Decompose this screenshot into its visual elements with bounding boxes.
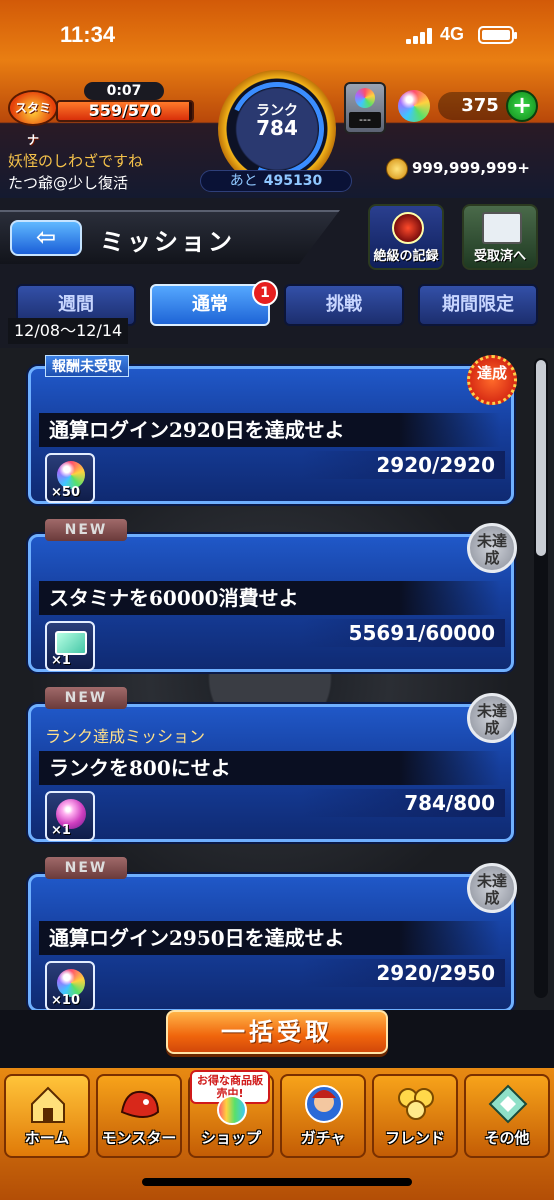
add-orb-button[interactable]: +: [506, 90, 538, 122]
new-tag: NEW: [45, 857, 127, 879]
battery-icon: [478, 26, 517, 44]
nav-shop[interactable]: お得な商品販売中! ショップ: [188, 1070, 274, 1158]
status-time: 11:34: [60, 22, 116, 47]
orb-counter: 375 +: [398, 88, 546, 124]
mission-tabs: 週間 通常 1 挑戦 期間限定 12/08〜12/14: [0, 278, 554, 348]
back-button[interactable]: ⇦: [10, 220, 82, 256]
new-tag: NEW: [45, 687, 127, 709]
achieved-stamp: 達成: [467, 355, 517, 405]
mission-title: 通算ログイン2920日を達成せよ: [39, 413, 501, 447]
slot-gem-icon: [355, 88, 375, 108]
extreme-record-button[interactable]: 絶級の記録: [368, 204, 444, 270]
tab-limited[interactable]: 期間限定: [418, 284, 538, 326]
item-slot[interactable]: ---: [344, 82, 386, 134]
signal-icon: [406, 28, 434, 44]
nav-friend-label: フレンド: [384, 1129, 445, 1147]
mission-card[interactable]: NEW ランク達成ミッション ランクを800にせよ 784/800 ×1 未達成: [28, 687, 517, 842]
home-indicator: [142, 1178, 412, 1186]
mission-progress: 2920/2920: [376, 453, 495, 477]
rainbow-orb-icon: [217, 1095, 247, 1125]
mission-scrollbar[interactable]: [534, 358, 548, 998]
gold-coin-icon: [386, 158, 408, 180]
new-tag: NEW: [45, 519, 127, 541]
page-title: ミッション: [100, 228, 235, 256]
tab-challenge[interactable]: 挑戦: [284, 284, 404, 326]
monster-icon: [120, 1090, 160, 1118]
nav-friend[interactable]: フレンド: [372, 1074, 458, 1158]
nav-home[interactable]: ホーム: [4, 1074, 90, 1158]
mission-list[interactable]: 報酬未受取 通算ログイン2920日を達成せよ 2920/2920 ×50 達成 …: [0, 348, 554, 1010]
nav-other-label: その他: [484, 1129, 530, 1147]
reward-item[interactable]: ×50: [45, 453, 95, 503]
received-list-button[interactable]: 受取済へ: [462, 204, 538, 270]
nav-home-label: ホーム: [24, 1129, 70, 1147]
diamond-icon: [488, 1084, 528, 1124]
book-icon: [482, 212, 522, 244]
player-header: スタミナ 0:07 559/570 ランク 784 あと 495130 --- 3…: [0, 60, 554, 198]
nav-monster[interactable]: モンスター: [96, 1074, 182, 1158]
balloon-icon: [398, 1088, 434, 1120]
stamina-bar: 559/570: [56, 100, 194, 122]
rank-next-label: あと: [229, 173, 258, 189]
status-bar: 11:34 4G: [0, 0, 554, 60]
not-achieved-stamp: 未達成: [467, 863, 517, 913]
user-name: たつ爺@少し復活: [8, 174, 129, 192]
gold-value: 999,999,999+: [412, 159, 530, 177]
mission-card[interactable]: NEW スタミナを60000消費せよ 55691/60000 ×1 未達成: [28, 519, 517, 672]
unclaimed-tag: 報酬未受取: [45, 355, 129, 377]
title-bar: ⇦ ミッション 絶級の記録 受取済へ: [0, 198, 554, 278]
nav-monster-label: モンスター: [101, 1129, 177, 1147]
nav-other[interactable]: その他: [464, 1074, 550, 1158]
mission-progress: 784/800: [404, 791, 495, 815]
claim-all-button[interactable]: 一括受取: [166, 1010, 388, 1054]
mission-card[interactable]: NEW 通算ログイン2950日を達成せよ 2920/2950 ×10 未達成: [28, 857, 517, 1010]
home-icon: [31, 1086, 65, 1123]
mission-title: ランクを800にせよ: [39, 751, 501, 785]
nav-gacha[interactable]: ガチャ: [280, 1074, 366, 1158]
mission-category: ランク達成ミッション: [45, 727, 206, 746]
item-slot-value: ---: [349, 112, 381, 128]
mission-progress: 2920/2950: [376, 961, 495, 985]
stamina-box[interactable]: 0:07 559/570: [56, 82, 194, 122]
not-achieved-stamp: 未達成: [467, 693, 517, 743]
reward-item[interactable]: ×1: [45, 791, 95, 841]
reward-quantity: ×1: [51, 823, 71, 838]
mission-title: スタミナを60000消費せよ: [39, 581, 501, 615]
claim-area: 一括受取: [0, 1010, 554, 1070]
mission-title: 通算ログイン2950日を達成せよ: [39, 921, 501, 955]
week-range: 12/08〜12/14: [8, 318, 129, 344]
mission-progress: 55691/60000: [348, 621, 495, 645]
network-type: 4G: [440, 24, 465, 44]
nav-shop-label: ショップ: [200, 1129, 261, 1147]
nav-gacha-label: ガチャ: [300, 1129, 346, 1147]
reward-quantity: ×10: [51, 993, 80, 1008]
scroll-thumb[interactable]: [536, 360, 546, 556]
rank-next-exp: あと 495130: [200, 170, 352, 192]
rank-value: 784: [256, 116, 298, 140]
mission-card[interactable]: 報酬未受取 通算ログイン2920日を達成せよ 2920/2920 ×50 達成: [28, 355, 517, 504]
stamina-value: 559/570: [88, 101, 162, 120]
ticket-icon: [55, 631, 87, 655]
reward-item[interactable]: ×10: [45, 961, 95, 1010]
not-achieved-stamp: 未達成: [467, 523, 517, 573]
reward-quantity: ×50: [51, 485, 80, 500]
gacha-character-icon: [305, 1085, 343, 1123]
extreme-record-label: 絶級の記録: [373, 249, 439, 264]
tab-normal-badge: 1: [252, 280, 278, 306]
reward-item[interactable]: ×1: [45, 621, 95, 671]
stamina-timer: 0:07: [84, 82, 164, 100]
orb-icon: [398, 90, 430, 122]
reward-quantity: ×1: [51, 653, 71, 668]
vortex-icon: [392, 212, 424, 244]
rank-next-value: 495130: [263, 173, 323, 189]
user-status-message: 妖怪のしわざですね: [8, 152, 144, 170]
stamina-icon: スタミナ: [8, 90, 58, 147]
received-list-label: 受取済へ: [473, 249, 526, 264]
